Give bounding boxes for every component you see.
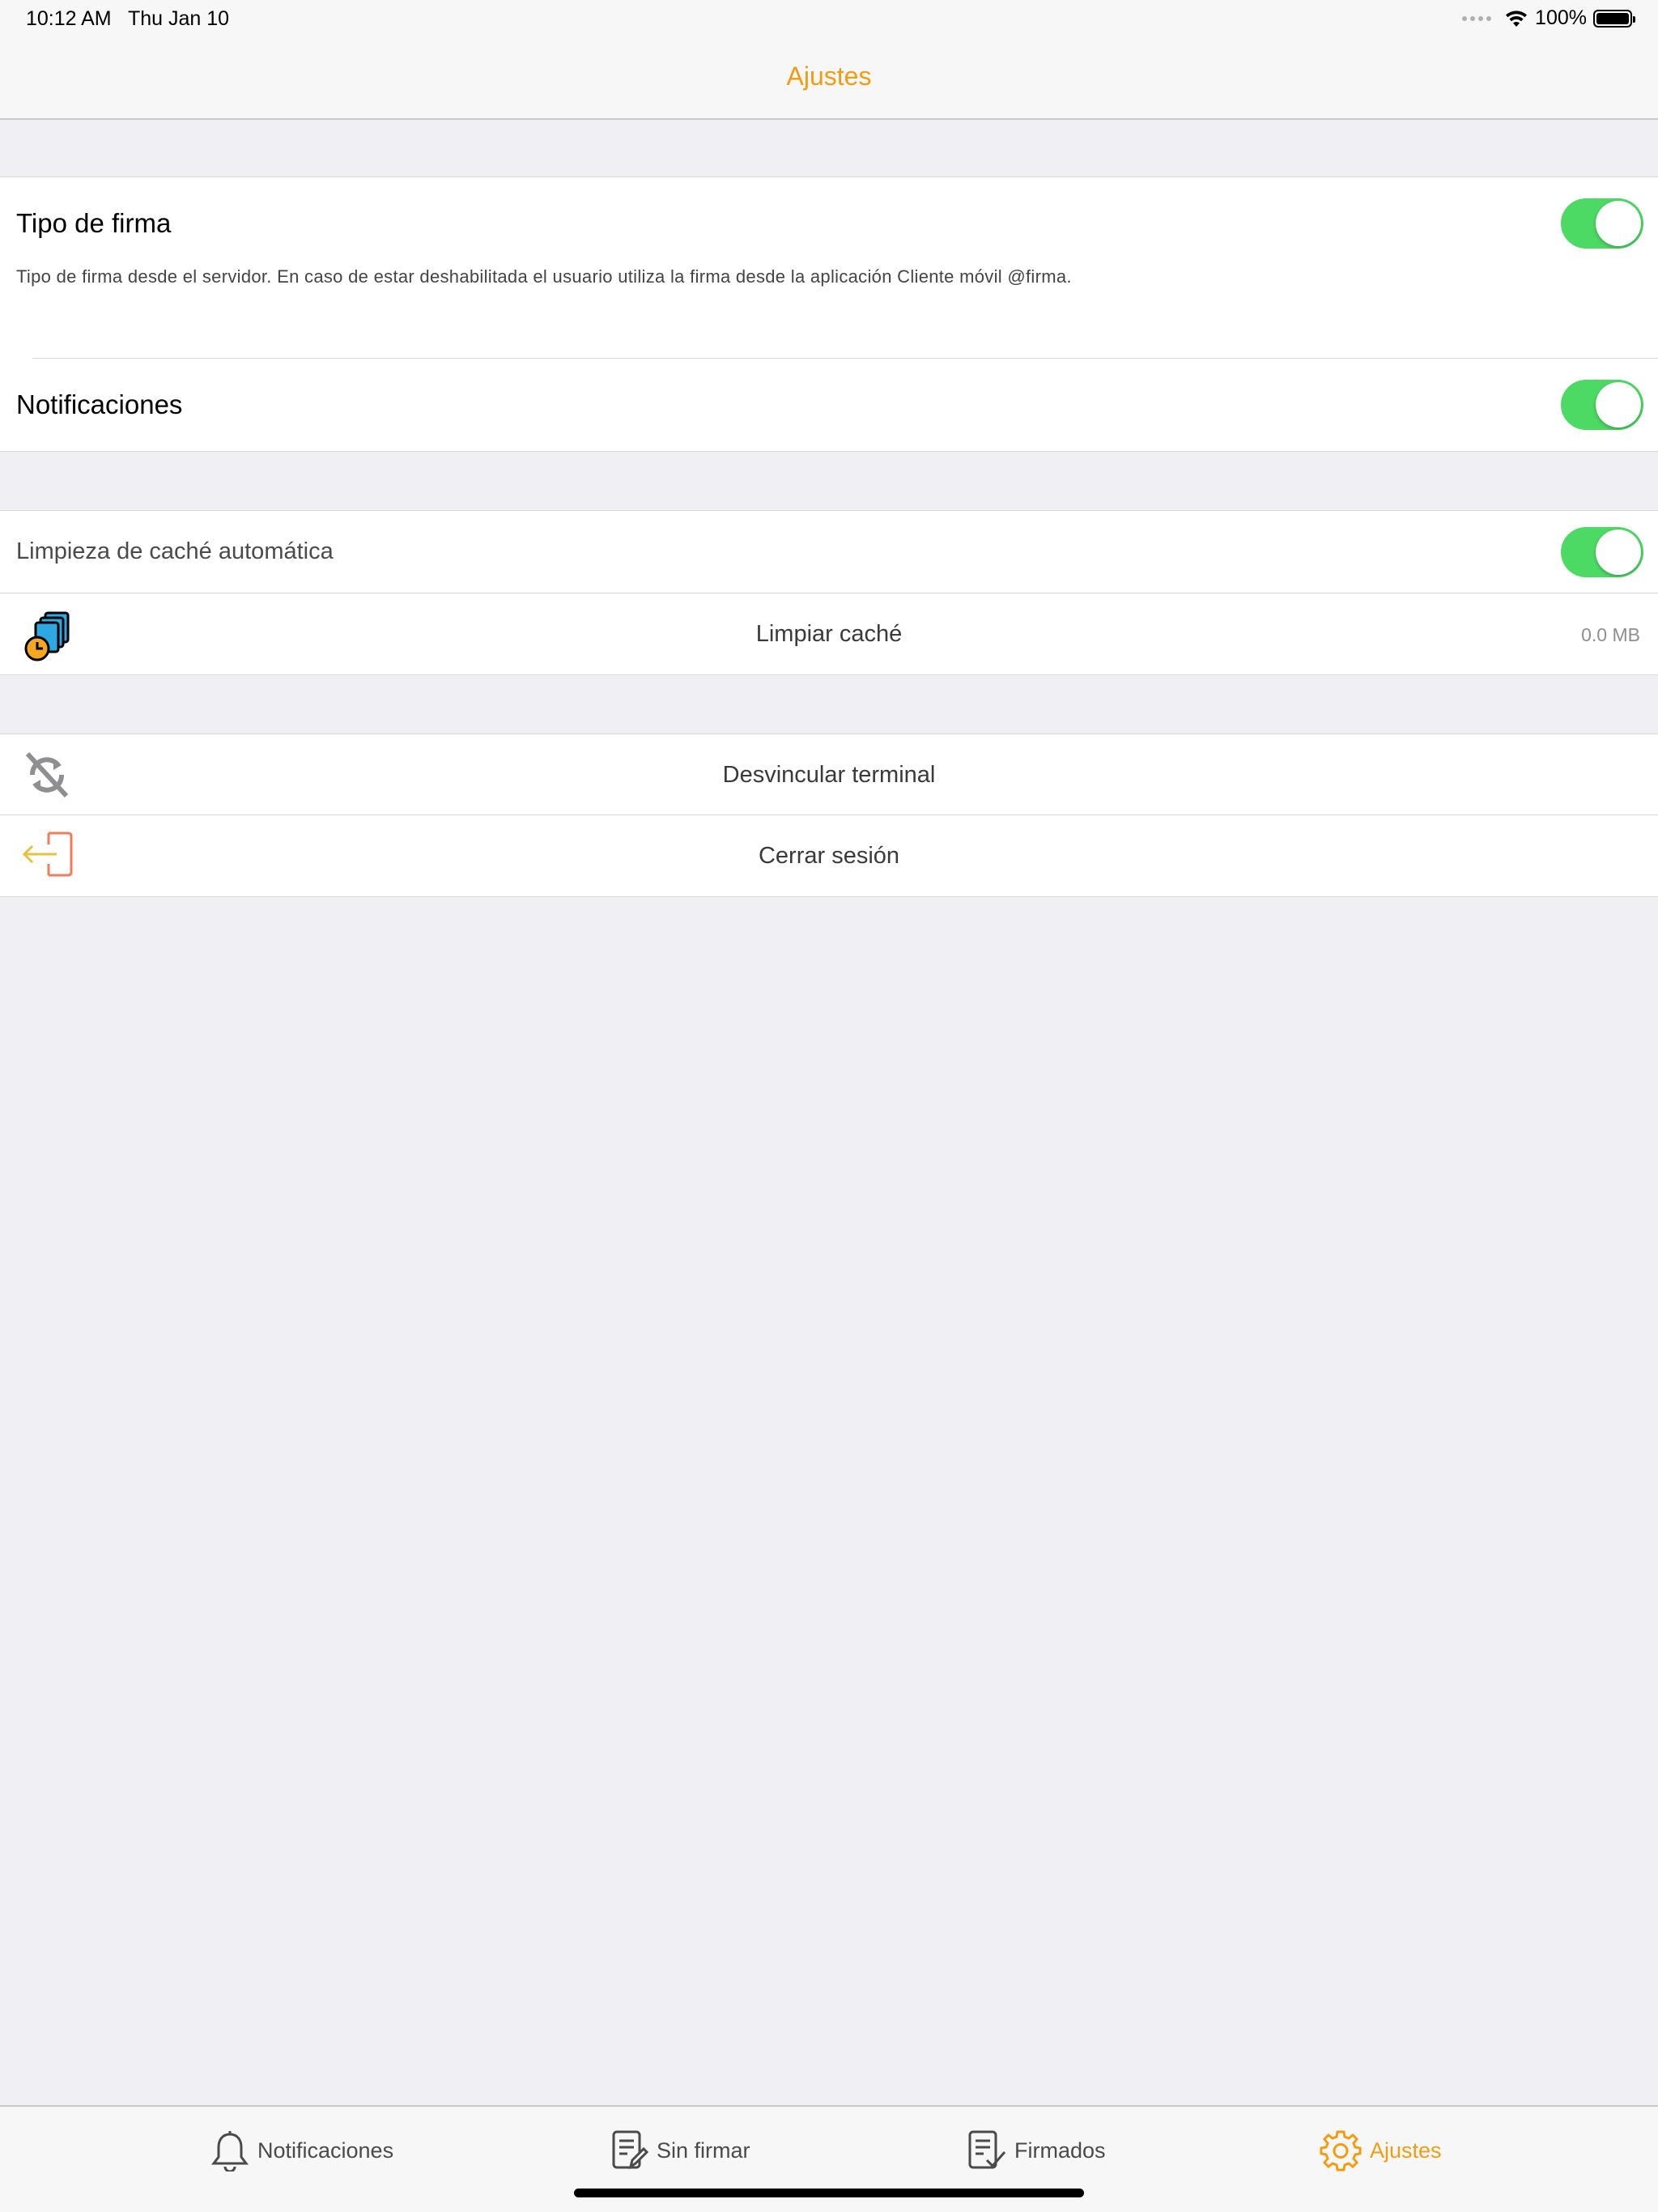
document-edit-icon	[612, 2130, 648, 2170]
cellular-signal-icon	[1462, 15, 1492, 21]
limpieza-cache-switch[interactable]	[1561, 527, 1643, 577]
switch-knob	[1596, 382, 1641, 428]
settings-screen: 10:12 AM Thu Jan 10 100% Ajustes Tipo de…	[0, 0, 1658, 2212]
gear-icon	[1320, 2130, 1362, 2172]
limpieza-cache-label: Limpieza de caché automática	[16, 538, 334, 564]
switch-knob	[1596, 530, 1641, 575]
tipo-firma-switch[interactable]	[1561, 198, 1643, 249]
tab-label: Notificaciones	[257, 2138, 394, 2163]
status-right: 100%	[1462, 6, 1635, 30]
tipo-firma-row: Tipo de firma Tipo de firma desde el ser…	[0, 177, 1658, 359]
cache-settings-group: Limpieza de caché automática Limpiar cac…	[0, 510, 1658, 675]
status-bar: 10:12 AM Thu Jan 10 100%	[0, 0, 1658, 39]
session-group: Desvincular terminal Cerrar sesión	[0, 734, 1658, 897]
switch-knob	[1596, 201, 1641, 246]
tab-ajustes[interactable]: Ajustes	[1320, 2128, 1442, 2173]
status-date: Thu Jan 10	[128, 7, 230, 30]
tab-label: Ajustes	[1370, 2138, 1442, 2163]
tab-firmados[interactable]: Firmados	[967, 2128, 1106, 2173]
cerrar-sesion-row[interactable]: Cerrar sesión	[0, 815, 1658, 896]
status-time: 10:12 AM	[26, 7, 112, 30]
battery-percent: 100%	[1535, 6, 1587, 29]
notificaciones-label: Notificaciones	[16, 389, 183, 419]
notificaciones-row: Notificaciones	[0, 359, 1658, 451]
cache-size-value: 0.0 MB	[1581, 624, 1640, 645]
tab-label: Firmados	[1014, 2138, 1106, 2163]
tipo-firma-description: Tipo de firma desde el servidor. En caso…	[16, 266, 1072, 287]
page-title: Ajustes	[786, 62, 872, 91]
tab-label: Sin firmar	[657, 2138, 750, 2163]
tipo-firma-label: Tipo de firma	[16, 208, 172, 238]
navigation-bar: Ajustes	[0, 39, 1658, 120]
battery-icon	[1593, 9, 1635, 28]
signature-settings-group: Tipo de firma Tipo de firma desde el ser…	[0, 177, 1658, 452]
limpiar-cache-label: Limpiar caché	[755, 621, 903, 647]
document-check-icon	[968, 2130, 1006, 2169]
tab-sin-firmar[interactable]: Sin firmar	[611, 2128, 750, 2173]
notificaciones-switch[interactable]	[1561, 380, 1643, 430]
desvincular-row[interactable]: Desvincular terminal	[0, 734, 1658, 815]
bell-icon	[211, 2131, 249, 2172]
tab-notificaciones[interactable]: Notificaciones	[210, 2128, 393, 2173]
limpiar-cache-row[interactable]: Limpiar caché 0.0 MB	[0, 593, 1658, 674]
home-indicator[interactable]	[574, 2189, 1084, 2197]
limpieza-cache-row: Limpieza de caché automática	[0, 511, 1658, 593]
cerrar-sesion-label: Cerrar sesión	[758, 843, 900, 869]
wifi-icon	[1506, 10, 1528, 27]
desvincular-label: Desvincular terminal	[722, 762, 936, 788]
